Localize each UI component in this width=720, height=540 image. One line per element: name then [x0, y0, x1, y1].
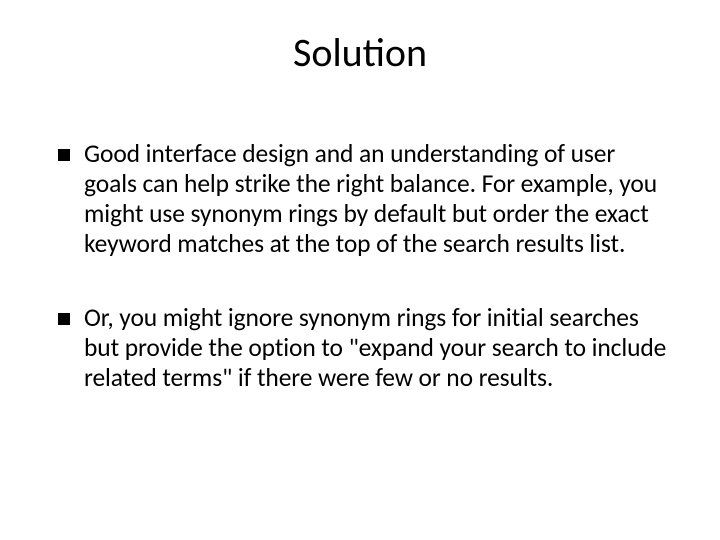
square-bullet-icon — [58, 149, 70, 161]
slide-title: Solution — [50, 28, 670, 77]
square-bullet-icon — [58, 313, 70, 325]
slide: Solution Good interface design and an un… — [0, 0, 720, 540]
list-item: Good interface design and an understandi… — [58, 139, 670, 259]
bullet-text: Good interface design and an understandi… — [84, 139, 670, 259]
list-item: Or, you might ignore synonym rings for i… — [58, 303, 670, 393]
bullet-text: Or, you might ignore synonym rings for i… — [84, 303, 670, 393]
slide-content: Good interface design and an understandi… — [50, 139, 670, 394]
